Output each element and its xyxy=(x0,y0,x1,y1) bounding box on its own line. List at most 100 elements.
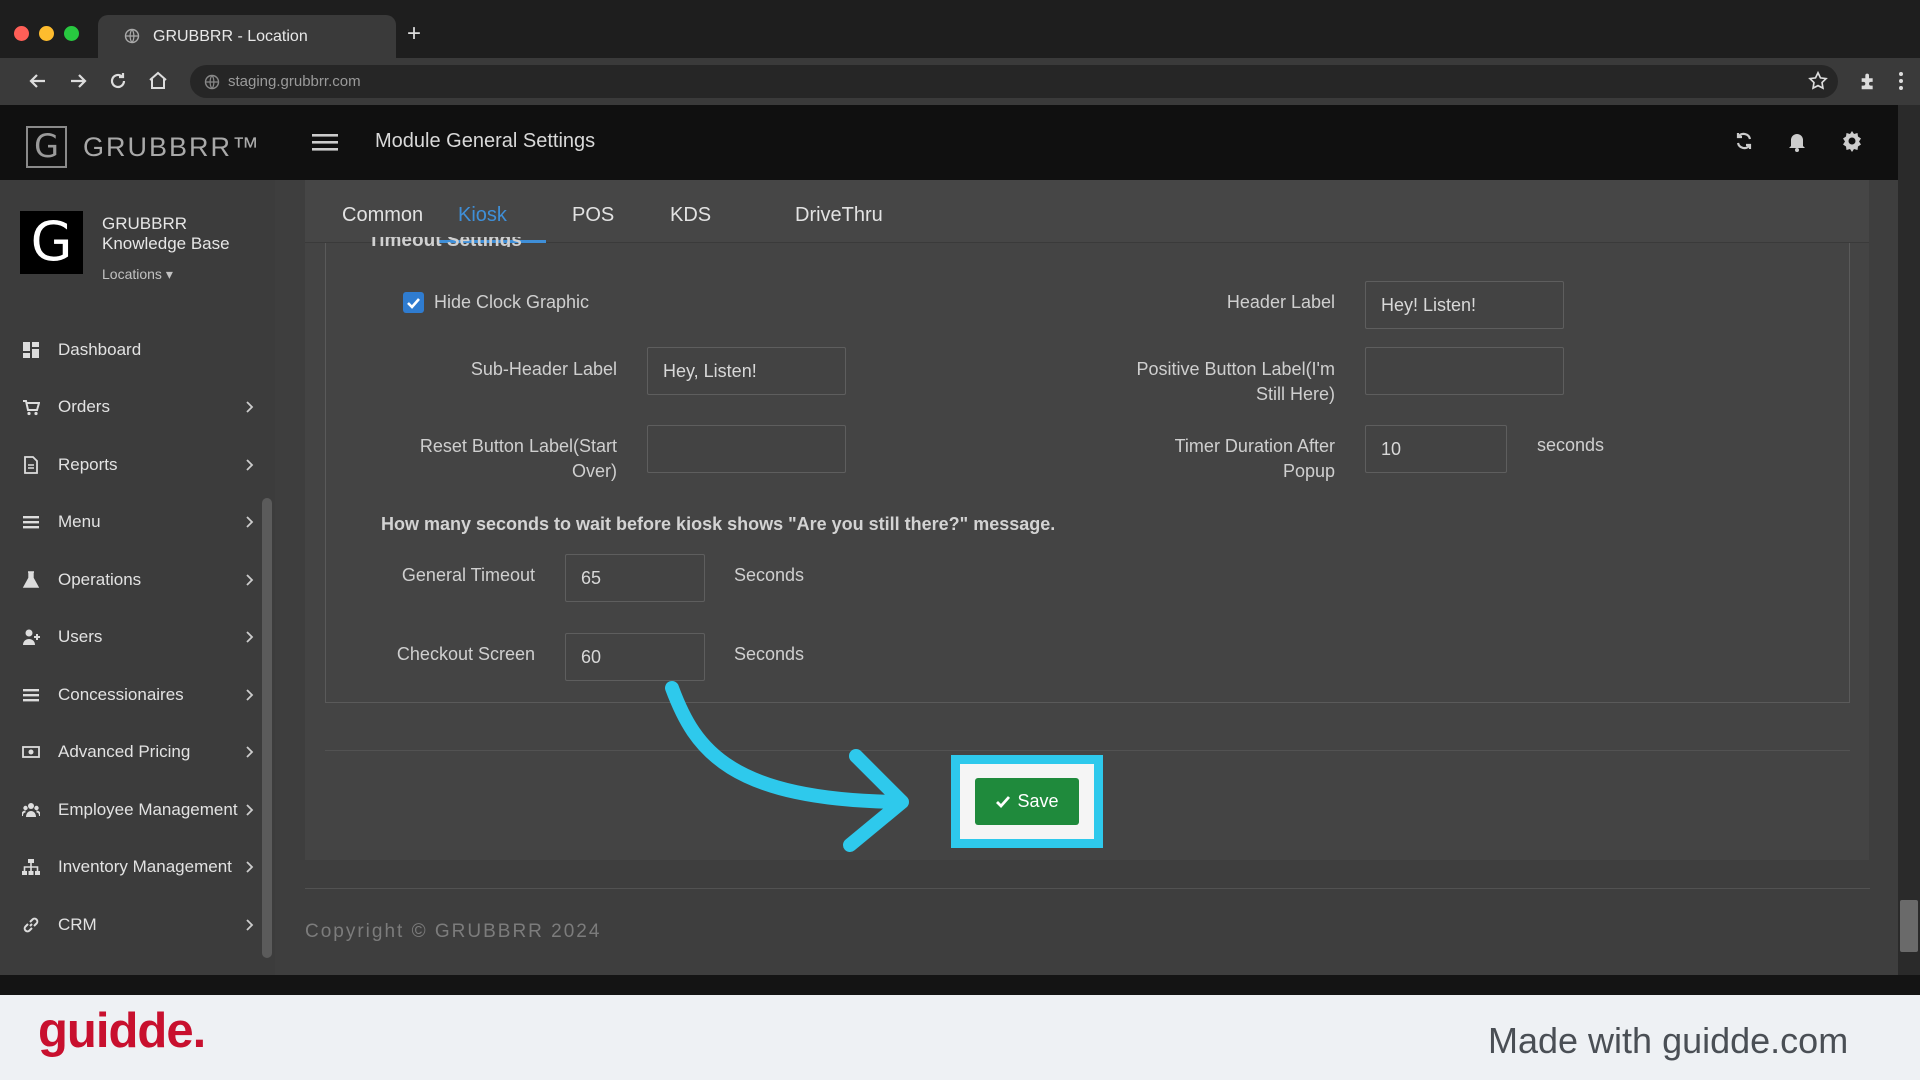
annotation-arrow xyxy=(665,681,909,852)
minimize-window-button[interactable] xyxy=(39,26,54,41)
header-label-input[interactable]: Hey! Listen! xyxy=(1365,281,1564,329)
save-button[interactable]: Save xyxy=(975,778,1079,825)
close-window-button[interactable] xyxy=(14,26,29,41)
globe-icon xyxy=(124,28,140,44)
address-bar[interactable]: staging.grubbrr.com xyxy=(190,65,1838,98)
sidebar-item-employee-management[interactable]: Employee Management xyxy=(0,781,262,839)
sidebar-item-label: CRM xyxy=(58,914,97,934)
tab-kds[interactable]: KDS xyxy=(670,204,711,227)
general-timeout-input[interactable]: 65 xyxy=(565,554,705,602)
reset-button-label-line1: Reset Button Label(Start xyxy=(419,436,617,456)
refresh-icon[interactable] xyxy=(1732,129,1756,153)
home-icon[interactable] xyxy=(146,69,170,93)
browser-tab[interactable]: GRUBBRR - Location xyxy=(98,15,396,58)
sidebar-item-inventory-management[interactable]: Inventory Management xyxy=(0,839,262,897)
chevron-right-icon xyxy=(246,861,254,873)
sitemap-icon xyxy=(22,859,40,876)
grubbrr-logo[interactable]: G xyxy=(26,126,67,168)
reload-icon[interactable] xyxy=(106,69,130,93)
sidebar-item-label: Employee Management xyxy=(58,799,238,819)
sidebar-item-label: Orders xyxy=(58,397,110,417)
chevron-right-icon xyxy=(246,401,254,413)
form-divider xyxy=(325,750,1850,751)
tab-pos[interactable]: POS xyxy=(572,204,614,227)
users-icon xyxy=(22,802,40,817)
chevron-right-icon xyxy=(246,919,254,931)
chevron-right-icon xyxy=(246,631,254,643)
check-icon xyxy=(407,298,420,309)
sidebar-item-menu[interactable]: Menu xyxy=(0,494,262,552)
sidebar-item-crm[interactable]: CRM xyxy=(0,896,262,954)
sidebar-item-orders[interactable]: Orders xyxy=(0,379,262,437)
sidebar-nav: Dashboard Orders Reports Menu Operations User… xyxy=(0,321,262,954)
timer-duration-unit: seconds xyxy=(1537,435,1605,455)
chevron-right-icon xyxy=(246,804,254,816)
site-info-icon[interactable] xyxy=(204,74,220,90)
page-scrollbar-thumb[interactable] xyxy=(1900,900,1918,952)
checkout-screen-label: Checkout Screen xyxy=(396,644,535,664)
chevron-right-icon xyxy=(246,459,254,471)
maximize-window-button[interactable] xyxy=(64,26,79,41)
chevron-right-icon xyxy=(246,746,254,758)
browser-tabstrip: GRUBBRR - Location + xyxy=(0,0,1920,58)
url-text: staging.grubbrr.com xyxy=(228,73,361,90)
module-tabs: Common Kiosk POS KDS DriveThru xyxy=(305,180,1869,243)
reset-button-label-line2: Over) xyxy=(572,461,617,481)
copyright: Copyright © GRUBBRR 2024 xyxy=(305,921,602,942)
page: GRUBBRR - Location + staging.grubbrr.com… xyxy=(0,0,1920,1080)
sidebar-item-concessionaires[interactable]: Concessionaires xyxy=(0,666,262,724)
gear-icon[interactable] xyxy=(1840,129,1864,153)
browser-menu-icon[interactable] xyxy=(1893,70,1909,92)
bottom-strip xyxy=(0,975,1920,995)
checkout-screen-unit: Seconds xyxy=(734,644,805,664)
save-button-label: Save xyxy=(1017,791,1059,811)
sidebar-item-label: Dashboard xyxy=(58,339,142,359)
tab-drivethru[interactable]: DriveThru xyxy=(795,204,883,227)
guidde-logo: guidde. xyxy=(38,1004,206,1058)
reset-button-label-input[interactable] xyxy=(647,425,846,473)
page-title: Module General Settings xyxy=(375,130,596,152)
sidebar-item-reports[interactable]: Reports xyxy=(0,436,262,494)
dashboard-icon xyxy=(23,341,39,358)
sub-header-label-input[interactable]: Hey, Listen! xyxy=(647,347,846,395)
header-label-label: Header Label xyxy=(1226,292,1335,312)
locations-dropdown[interactable]: Locations ▾ xyxy=(102,266,173,283)
browser-tab-title: GRUBBRR - Location xyxy=(153,27,308,45)
list-icon xyxy=(23,688,39,702)
hide-clock-checkbox[interactable] xyxy=(403,292,424,313)
forward-icon[interactable] xyxy=(66,69,90,93)
cart-icon xyxy=(23,400,40,416)
timer-duration-input[interactable]: 10 xyxy=(1365,425,1507,473)
sidebar-item-advanced-pricing[interactable]: Advanced Pricing xyxy=(0,724,262,782)
grubbrr-wordmark: GRUBBRR™ xyxy=(83,132,262,162)
document-icon xyxy=(24,455,38,474)
sidebar-item-label: Operations xyxy=(58,569,142,589)
sidebar-item-label: Advanced Pricing xyxy=(58,742,191,762)
new-tab-button[interactable]: + xyxy=(407,22,421,46)
back-icon[interactable] xyxy=(26,69,50,93)
chevron-right-icon xyxy=(246,689,254,701)
sidebar-item-dashboard[interactable]: Dashboard xyxy=(0,321,262,379)
tab-common[interactable]: Common xyxy=(342,204,423,227)
money-icon xyxy=(22,746,40,759)
tab-kiosk[interactable]: Kiosk xyxy=(458,204,507,227)
page-scrollbar[interactable] xyxy=(1898,105,1920,975)
timer-duration-label-line1: Timer Duration After xyxy=(1174,436,1335,456)
timeout-help-text: How many seconds to wait before kiosk sh… xyxy=(381,514,1056,534)
made-with-guidde: Made with guidde.com xyxy=(1488,1020,1849,1061)
section-title: Timeout Settings xyxy=(368,237,522,247)
sidebar-scrollbar[interactable] xyxy=(262,498,272,958)
footer-divider xyxy=(305,888,1870,889)
sub-header-label-label: Sub-Header Label xyxy=(470,359,617,379)
flask-icon xyxy=(22,571,40,588)
link-icon xyxy=(23,917,39,933)
hamburger-menu-icon[interactable] xyxy=(312,132,338,152)
positive-button-label-line1: Positive Button Label(I'm xyxy=(1136,359,1335,379)
positive-button-label-input[interactable] xyxy=(1365,347,1564,395)
sidebar-item-users[interactable]: Users xyxy=(0,609,262,667)
timer-duration-label-line2: Popup xyxy=(1282,461,1335,481)
bell-icon[interactable] xyxy=(1785,129,1809,153)
bookmark-star-icon[interactable] xyxy=(1807,70,1829,92)
sidebar-item-operations[interactable]: Operations xyxy=(0,551,262,609)
extensions-icon[interactable] xyxy=(1858,70,1880,92)
